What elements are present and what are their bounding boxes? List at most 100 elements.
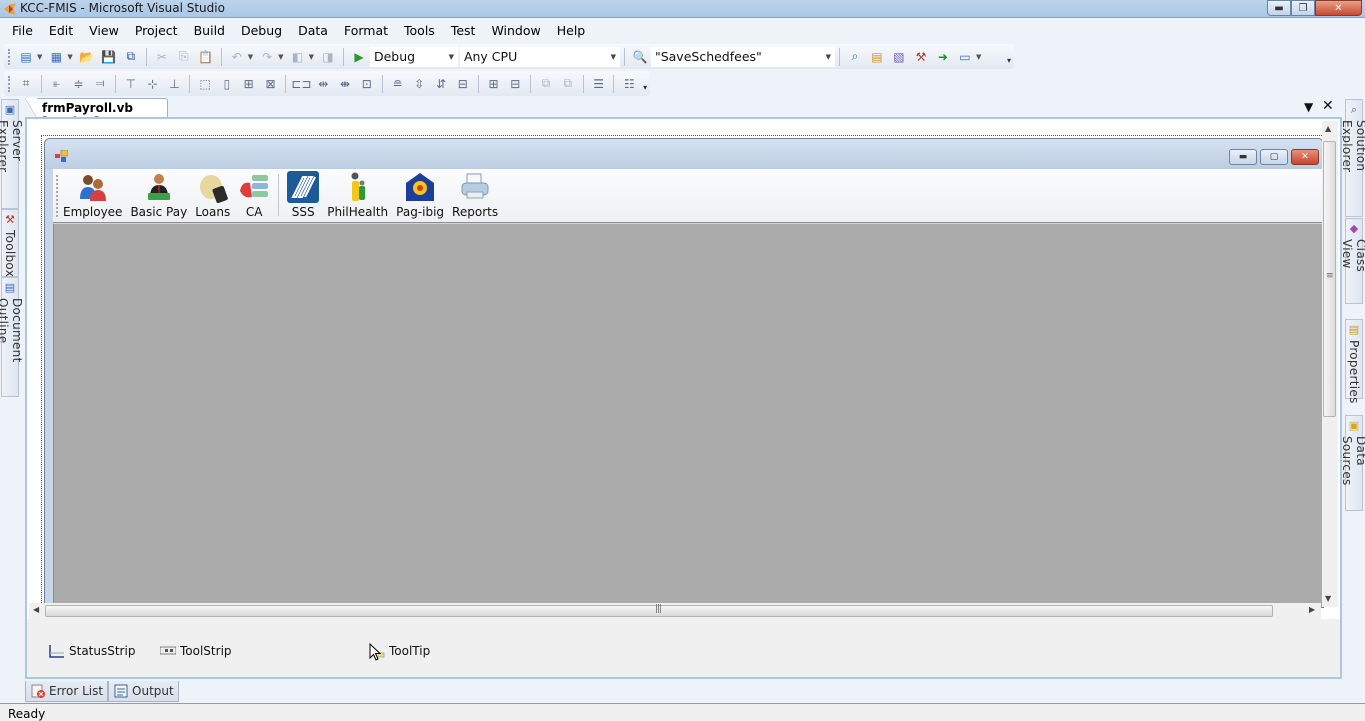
side-tab-properties[interactable]: ▤ Properties [1345, 319, 1363, 404]
menu-file[interactable]: File [4, 20, 41, 42]
menu-data[interactable]: Data [290, 20, 336, 42]
tray-item-toolstrip[interactable]: ToolStrip [160, 644, 232, 658]
lock-controls-icon[interactable]: ☷ [620, 75, 638, 93]
bring-to-front-icon[interactable]: ⧉ [537, 75, 555, 93]
copy-icon[interactable]: ⎘ [175, 48, 193, 66]
toolstrip-button-sss[interactable]: SSS [285, 171, 321, 222]
find-combo[interactable]: "SaveSchedfees" ▼ [650, 46, 835, 67]
tab-output[interactable]: Output [108, 681, 179, 702]
menu-view[interactable]: View [81, 20, 127, 42]
align-bottoms-icon[interactable]: ⊥ [166, 75, 184, 93]
redo-dropdown[interactable]: ▼ [278, 53, 283, 61]
side-tab-document-outline[interactable]: ▤ Document Outline [0, 277, 24, 397]
center-vertically-icon[interactable]: ⊟ [506, 75, 524, 93]
undo-dropdown[interactable]: ▼ [248, 53, 253, 61]
undo-icon[interactable]: ↶ [228, 48, 246, 66]
new-project-dropdown[interactable]: ▼ [37, 53, 42, 61]
find-in-files-icon[interactable]: 🔍 [631, 48, 649, 66]
align-to-grid-icon[interactable]: ⌗ [17, 75, 35, 93]
solution-configuration-select[interactable]: Debug ▼ [369, 46, 458, 67]
menu-tools[interactable]: Tools [396, 20, 443, 42]
send-to-back-icon[interactable]: ⧉ [559, 75, 577, 93]
decrease-horizontal-spacing-icon[interactable]: ⇼ [336, 75, 354, 93]
paste-icon[interactable]: 📋 [197, 48, 215, 66]
solution-explorer-icon[interactable]: ⌕ [846, 48, 864, 66]
scroll-right-icon[interactable]: ▶ [1309, 605, 1315, 614]
start-debugging-icon[interactable]: ▶ [350, 48, 368, 66]
increase-vertical-spacing-icon[interactable]: ⇳ [410, 75, 428, 93]
close-button[interactable]: ✕ [1315, 0, 1362, 16]
make-same-height-icon[interactable]: ▯ [218, 75, 236, 93]
scroll-left-icon[interactable]: ◀ [33, 605, 39, 614]
side-tab-solution-explorer[interactable]: ⌕ Solution Explorer [1340, 99, 1365, 217]
menu-window[interactable]: Window [483, 20, 548, 42]
navigate-forward-icon[interactable]: ◨ [319, 48, 337, 66]
menu-edit[interactable]: Edit [41, 20, 81, 42]
side-tab-toolbox[interactable]: ⚒ Toolbox [1, 209, 19, 277]
side-tab-data-sources[interactable]: ▣ Data Sources [1340, 415, 1365, 511]
cut-icon[interactable]: ✂ [153, 48, 171, 66]
form-close-button[interactable]: ✕ [1291, 149, 1319, 165]
restore-button[interactable]: ❐ [1291, 0, 1315, 16]
tab-frmpayroll-design[interactable]: frmPayroll.vb [Design] [25, 98, 168, 129]
save-all-icon[interactable]: ⧉ [122, 48, 140, 66]
designer-horizontal-scrollbar[interactable]: ◀ ||| ▶ [29, 603, 1321, 619]
decrease-vertical-spacing-icon[interactable]: ⇵ [432, 75, 450, 93]
side-tab-server-explorer[interactable]: ▣ Server Explorer [0, 99, 24, 209]
mdi-client-area[interactable] [53, 224, 1323, 607]
active-files-dropdown-icon[interactable]: ▼ [1304, 100, 1313, 114]
align-middles-icon[interactable]: ⊹ [144, 75, 162, 93]
remove-horizontal-spacing-icon[interactable]: ⊡ [358, 75, 376, 93]
open-file-icon[interactable]: 📂 [78, 48, 96, 66]
toolbar-overflow-icon[interactable]: ▾ [1004, 44, 1014, 69]
command-window-icon[interactable]: ▭ [956, 48, 974, 66]
align-tops-icon[interactable]: ⊤ [122, 75, 140, 93]
navigate-backward-icon[interactable]: ◧ [289, 48, 307, 66]
align-rights-icon[interactable]: ⫤ [91, 75, 109, 93]
properties-window-icon[interactable]: ▤ [868, 48, 886, 66]
menu-debug[interactable]: Debug [233, 20, 290, 42]
object-browser-icon[interactable]: ▧ [890, 48, 908, 66]
toolstrip-button-ca[interactable]: CA [236, 171, 272, 222]
size-to-grid-icon[interactable]: ⊠ [262, 75, 280, 93]
add-item-icon[interactable]: ▦ [47, 48, 65, 66]
tab-order-icon[interactable]: ☰ [590, 75, 608, 93]
designer-vertical-scrollbar[interactable]: ▲ ≡ ▼ [1322, 121, 1338, 607]
toolstrip-button-loans[interactable]: Loans [193, 171, 232, 222]
make-same-size-icon[interactable]: ⊞ [240, 75, 258, 93]
menu-help[interactable]: Help [549, 20, 594, 42]
toolstrip-button-employee[interactable]: Employee [61, 171, 124, 222]
scroll-down-icon[interactable]: ▼ [1325, 594, 1331, 603]
toolstrip-grip[interactable] [56, 175, 58, 217]
increase-horizontal-spacing-icon[interactable]: ⇹ [314, 75, 332, 93]
scroll-up-icon[interactable]: ▲ [1325, 124, 1331, 133]
save-icon[interactable]: 💾 [100, 48, 118, 66]
make-horizontal-spacing-equal-icon[interactable]: ⊏⊐ [291, 75, 311, 93]
make-vertical-spacing-equal-icon[interactable]: ≘ [389, 75, 407, 93]
tab-error-list[interactable]: Error List [25, 681, 109, 702]
redo-icon[interactable]: ↷ [258, 48, 276, 66]
navigate-backward-dropdown[interactable]: ▼ [309, 53, 314, 61]
start-page-icon[interactable]: ➜ [934, 48, 952, 66]
frmpayroll-form[interactable]: ▬ ▢ ✕ Employee Basic Pay Loans CA SSS Ph… [44, 138, 1324, 608]
toolbar-grip[interactable] [8, 75, 11, 92]
new-project-icon[interactable]: ▤ [17, 48, 35, 66]
make-same-width-icon[interactable]: ⬚ [196, 75, 214, 93]
menu-test[interactable]: Test [443, 20, 484, 42]
add-item-dropdown[interactable]: ▼ [67, 53, 72, 61]
menu-build[interactable]: Build [186, 20, 233, 42]
toolstrip-button-pag-ibig[interactable]: Pag-ibig [394, 171, 446, 222]
center-horizontally-icon[interactable]: ⊞ [485, 75, 503, 93]
toolbox-icon[interactable]: ⚒ [912, 48, 930, 66]
side-tab-class-view[interactable]: ◆ Class View [1340, 218, 1365, 304]
close-document-icon[interactable]: ✕ [1322, 98, 1334, 114]
toolstrip-button-philhealth[interactable]: PhilHealth [325, 171, 390, 222]
solution-platform-select[interactable]: Any CPU ▼ [459, 46, 620, 67]
align-centers-icon[interactable]: ≑ [70, 75, 88, 93]
toolstrip-button-basic-pay[interactable]: Basic Pay [128, 171, 189, 222]
command-window-dropdown[interactable]: ▼ [976, 53, 981, 61]
tray-item-statusstrip[interactable]: StatusStrip [49, 644, 135, 658]
minimize-button[interactable]: ▬ [1267, 0, 1291, 16]
form-maximize-button[interactable]: ▢ [1260, 149, 1288, 165]
menu-project[interactable]: Project [127, 20, 186, 42]
